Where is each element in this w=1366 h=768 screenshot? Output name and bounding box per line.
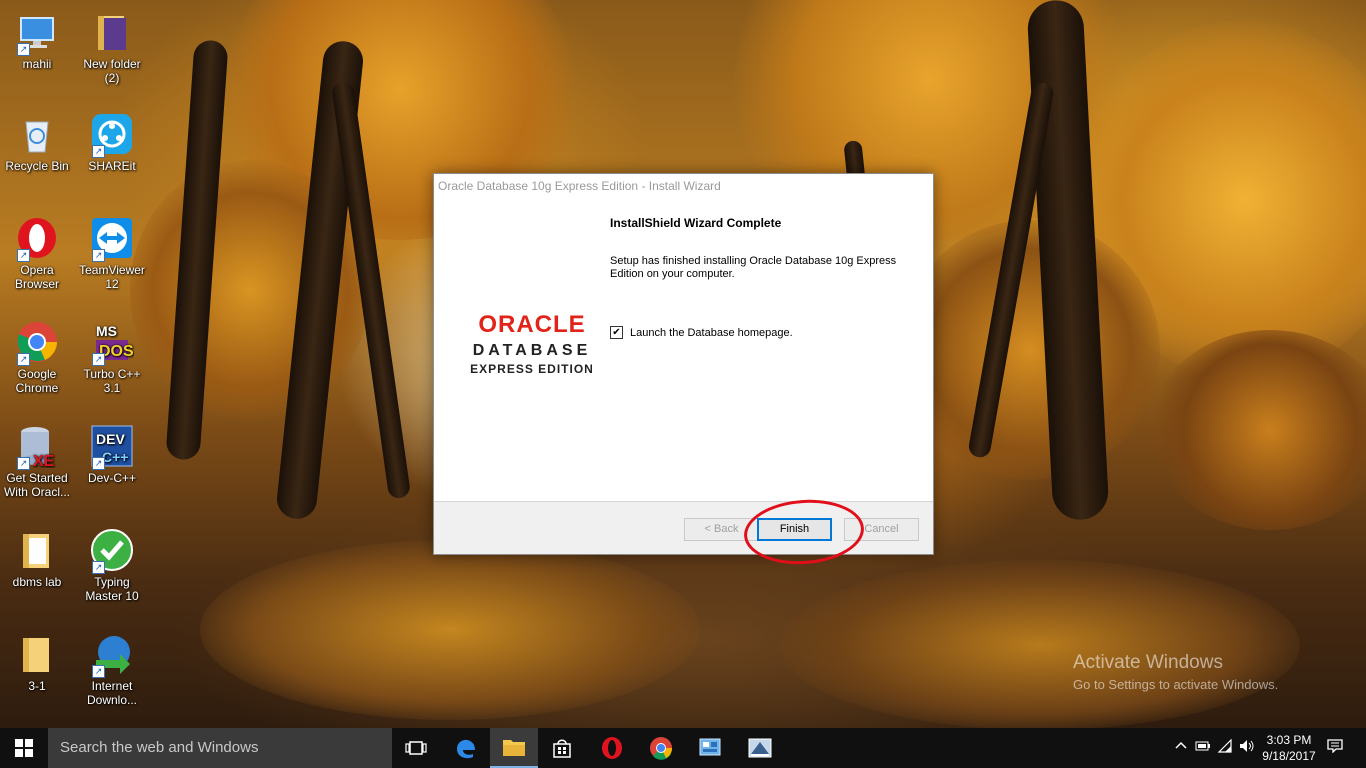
desktop-icon-devcpp[interactable]: DEV C++ ↗ Dev-C++ [77, 424, 147, 485]
recycle-bin-icon [15, 112, 59, 156]
windows-logo-icon [15, 739, 33, 757]
desktop-icon-folder-3-1[interactable]: 3-1 [2, 632, 72, 693]
show-hidden-icons-chevron-icon[interactable] [1172, 739, 1190, 757]
desktop-icon-new-folder[interactable]: New folder (2) [77, 10, 147, 85]
desktop-icon-typing-master[interactable]: ↗ Typing Master 10 [77, 528, 147, 603]
desktop-icon-opera[interactable]: ↗ Opera Browser [2, 216, 72, 291]
clock-time: 3:03 PM [1266, 733, 1312, 747]
control-panel-icon [699, 738, 721, 756]
wizard-message: Setup has finished installing Oracle Dat… [610, 255, 897, 280]
installer-icon [748, 738, 772, 758]
oracle-wordmark: ORACLE [478, 311, 586, 338]
internet-download-manager-icon: ↗ [90, 632, 134, 678]
desktop-icon-label: 3-1 [28, 679, 46, 693]
opera-icon [602, 737, 622, 759]
desktop-icon-turbo-cpp[interactable]: MS DOS ↗ Turbo C++ 3.1 [77, 320, 147, 395]
taskbar-app-edge[interactable] [442, 728, 490, 768]
desktop-icon-label: TeamViewer 12 [79, 263, 145, 291]
taskbar-app-opera[interactable] [588, 728, 636, 768]
desktop-icon-label: Opera Browser [14, 263, 59, 291]
devcpp-icon: DEV C++ ↗ [90, 424, 134, 470]
folder-icon [90, 10, 134, 54]
task-view-button[interactable] [392, 728, 440, 768]
clock-date: 9/18/2017 [1262, 749, 1316, 763]
dialog-title[interactable]: Oracle Database 10g Express Edition - In… [434, 174, 933, 198]
desktop-icon-label: Get Started With Oracl... [3, 471, 70, 499]
desktop-icon-label: Google Chrome [15, 367, 59, 395]
oracle-database-xe-logo: ORACLE DATABASE EXPRESS EDITION [452, 311, 612, 377]
file-explorer-icon [503, 740, 525, 756]
wifi-icon[interactable] [1216, 738, 1234, 757]
taskbar-clock[interactable]: 3:03 PM 9/18/2017 [1258, 732, 1320, 764]
desktop-icon-label: SHAREit [88, 159, 136, 173]
database-icon: XE ↗ [15, 424, 59, 470]
typing-master-icon: ↗ [90, 528, 134, 574]
desktop-icon-label: dbms lab [12, 575, 62, 589]
checkbox-label: Launch the Database homepage. [630, 326, 793, 339]
taskbar-app-chrome[interactable] [637, 728, 685, 768]
taskbar-search-box[interactable]: Search the web and Windows [48, 728, 392, 768]
desktop-icon-label: Dev-C++ [87, 471, 137, 485]
desktop-icon-teamviewer[interactable]: ↗ TeamViewer 12 [77, 216, 147, 291]
svg-text:MS: MS [96, 323, 117, 339]
turbo-cpp-icon: MS DOS ↗ [90, 320, 134, 366]
svg-text:DEV: DEV [96, 431, 125, 447]
folder-icon [15, 528, 59, 572]
volume-icon[interactable] [1238, 739, 1256, 757]
taskbar-app-file-explorer[interactable] [490, 728, 538, 768]
chrome-icon: ↗ [15, 320, 59, 366]
svg-text:C++: C++ [102, 449, 128, 465]
taskbar-app-oracle-installer[interactable] [736, 728, 784, 768]
store-icon [553, 739, 571, 758]
shareit-icon: ↗ [90, 112, 134, 158]
desktop-icon-chrome[interactable]: ↗ Google Chrome [2, 320, 72, 395]
action-center-icon[interactable] [1326, 739, 1344, 757]
taskbar-app-store[interactable] [538, 728, 586, 768]
activate-subtitle: Go to Settings to activate Windows. [1073, 677, 1279, 692]
desktop-icon-recycle-bin[interactable]: Recycle Bin [2, 112, 72, 173]
desktop-icon-mahii[interactable]: ↗ mahii [2, 10, 72, 71]
chrome-icon [650, 737, 673, 760]
logo-database-text: DATABASE [472, 342, 592, 359]
opera-icon: ↗ [15, 216, 59, 262]
system-tray: 3:03 PM 9/18/2017 [1166, 728, 1366, 768]
desktop-icon-shareit[interactable]: ↗ SHAREit [77, 112, 147, 173]
svg-text:XE: XE [33, 453, 55, 468]
battery-icon[interactable] [1194, 739, 1212, 757]
task-view-icon [405, 741, 427, 755]
edge-icon [457, 739, 475, 759]
desktop-icon-label: Internet Downlo... [86, 679, 138, 707]
taskbar-app-control-panel[interactable] [686, 728, 734, 768]
desktop-icon-label: Turbo C++ 3.1 [83, 367, 141, 395]
start-button[interactable] [0, 728, 48, 768]
launch-homepage-checkbox[interactable]: ✔ Launch the Database homepage. [610, 326, 793, 339]
desktop-icon-idm[interactable]: ↗ Internet Downlo... [77, 632, 147, 707]
computer-icon: ↗ [15, 10, 59, 56]
logo-edition-text: EXPRESS EDITION [470, 362, 594, 376]
desktop-icon-label: Recycle Bin [5, 159, 69, 173]
folder-icon [15, 632, 59, 676]
install-wizard-dialog: Oracle Database 10g Express Edition - In… [433, 173, 934, 555]
checkbox-checked-icon[interactable]: ✔ [610, 326, 623, 339]
taskbar: Search the web and Windows 3:03 PM 9/18/… [0, 728, 1366, 768]
activate-windows-watermark: Activate Windows Go to Settings to activ… [1073, 652, 1278, 692]
desktop-icon-label: Typing Master 10 [85, 575, 139, 603]
wizard-heading: InstallShield Wizard Complete [610, 216, 782, 230]
desktop-icon-dbms-lab[interactable]: dbms lab [2, 528, 72, 589]
teamviewer-icon: ↗ [90, 216, 134, 262]
desktop-icon-get-started-oracle[interactable]: XE ↗ Get Started With Oracl... [2, 424, 72, 499]
desktop-icon-label: New folder (2) [83, 57, 141, 85]
activate-title: Activate Windows [1073, 652, 1223, 673]
desktop-icon-label: mahii [22, 57, 52, 71]
